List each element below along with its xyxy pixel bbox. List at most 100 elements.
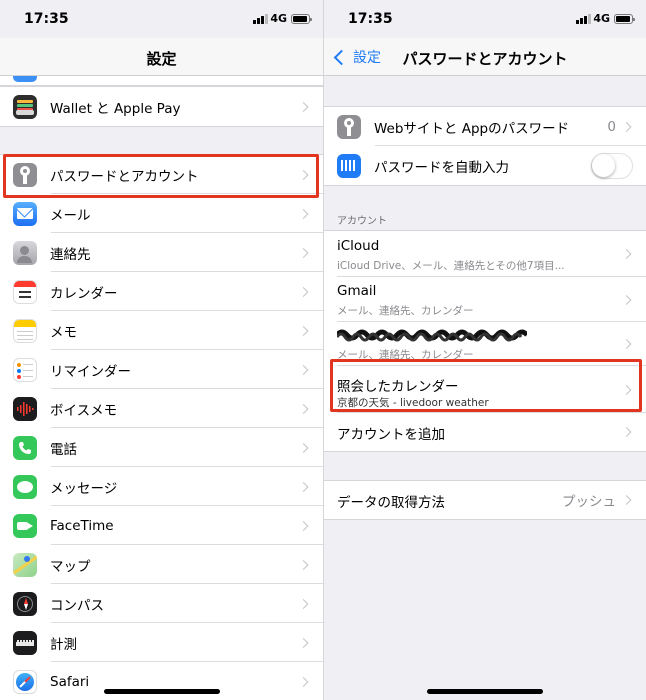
account-subtitle: メール、連絡先、カレンダー <box>337 305 474 317</box>
settings-row-passwords[interactable]: パスワードとアカウント <box>0 155 323 194</box>
apps-group: パスワードとアカウント メール 連絡先 カレンダー メモ リマインダー ボイスメ… <box>0 154 323 700</box>
chevron-right-icon <box>621 495 632 505</box>
account-row-redacted[interactable]: メール、連絡先、カレンダー <box>324 322 646 366</box>
account-subtitle: 京都の天気 - livedoor weather <box>337 397 489 409</box>
chevron-right-icon <box>298 364 309 375</box>
key-icon <box>13 162 37 187</box>
settings-row-reminders[interactable]: リマインダー <box>0 350 323 389</box>
settings-row-safari[interactable]: Safari <box>0 662 323 700</box>
autofill-row: パスワードを自動入力 <box>324 146 646 185</box>
settings-row-phone[interactable]: 電話 <box>0 428 323 467</box>
phone-icon <box>13 435 37 460</box>
signal-icon <box>576 14 591 24</box>
autofill-label: パスワードを自動入力 <box>374 159 509 176</box>
account-title: iCloud <box>337 238 380 254</box>
account-subtitle: メール、連絡先、カレンダー <box>337 349 474 361</box>
account-row-subscribed-calendar[interactable]: 照会したカレンダー 京都の天気 - livedoor weather <box>324 366 646 413</box>
settings-row-label: リマインダー <box>50 363 131 380</box>
add-account-row[interactable]: アカウントを追加 <box>324 413 646 451</box>
wallet-icon <box>13 94 37 119</box>
chevron-right-icon <box>621 427 632 437</box>
toggle-knob <box>592 153 615 177</box>
status-bar: 17:35 4G <box>0 0 323 38</box>
chevron-right-icon <box>298 559 309 570</box>
settings-row-label: 計測 <box>50 636 77 653</box>
chevron-right-icon <box>621 384 632 395</box>
page-title: 設定 <box>146 50 177 68</box>
messages-icon <box>13 474 37 499</box>
key-icon <box>337 114 361 139</box>
chevron-right-icon <box>298 442 309 453</box>
notes-icon <box>13 318 37 343</box>
battery-icon <box>614 14 635 24</box>
chevron-right-icon <box>298 286 309 297</box>
account-title: 照会したカレンダー <box>337 379 459 395</box>
facetime-icon <box>13 513 37 538</box>
settings-row-label: ボイスメモ <box>50 402 118 419</box>
wallet-group: Wallet と Apple Pay <box>0 86 323 127</box>
maps-icon <box>13 552 37 577</box>
signal-icon <box>253 14 268 24</box>
status-time: 17:35 <box>24 11 69 27</box>
settings-row-label: Safari <box>50 673 90 690</box>
measure-icon <box>13 630 37 655</box>
settings-row-label: Wallet と Apple Pay <box>50 100 181 117</box>
nav-bar: 設定 パスワードとアカウント <box>324 38 646 76</box>
settings-row-mail[interactable]: メール <box>0 194 323 233</box>
settings-row-calendar[interactable]: カレンダー <box>0 272 323 311</box>
chevron-right-icon <box>621 339 632 349</box>
nav-bar: 設定 <box>0 38 323 76</box>
status-bar: 17:35 4G <box>324 0 646 38</box>
settings-row-messages[interactable]: メッセージ <box>0 467 323 506</box>
network-label: 4G <box>270 12 287 25</box>
chevron-right-icon <box>621 294 632 305</box>
fetch-value: プッシュ <box>562 494 616 510</box>
calendar-icon <box>13 279 37 304</box>
chevron-right-icon <box>298 101 309 112</box>
settings-row-label: 電話 <box>50 441 77 458</box>
chevron-right-icon <box>298 676 309 687</box>
settings-row-label: マップ <box>50 558 91 575</box>
passwords-group: Webサイトと Appのパスワード 0 パスワードを自動入力 <box>324 106 646 186</box>
chevron-right-icon <box>298 169 309 180</box>
chevron-right-icon <box>298 247 309 258</box>
home-indicator <box>427 689 543 694</box>
settings-row-label: コンパス <box>50 597 104 614</box>
chevron-right-icon <box>298 208 309 219</box>
fetch-group: データの取得方法 プッシュ <box>324 480 646 520</box>
settings-row-measure[interactable]: 計測 <box>0 623 323 662</box>
partial-row <box>0 76 323 86</box>
settings-row-facetime[interactable]: FaceTime <box>0 506 323 545</box>
settings-row-label: パスワードとアカウント <box>50 168 199 185</box>
settings-row-contacts[interactable]: 連絡先 <box>0 233 323 272</box>
website-app-passwords-row[interactable]: Webサイトと Appのパスワード 0 <box>324 107 646 146</box>
accounts-group: iCloud iCloud Drive、メール、連絡先とその他7項目... Gm… <box>324 230 646 452</box>
settings-row-notes[interactable]: メモ <box>0 311 323 350</box>
passwords-label: Webサイトと Appのパスワード <box>374 120 570 137</box>
battery-icon <box>291 14 312 24</box>
chevron-right-icon <box>621 121 632 132</box>
fetch-label: データの取得方法 <box>337 495 445 511</box>
settings-row-compass[interactable]: コンパス <box>0 584 323 623</box>
settings-row-wallet[interactable]: Wallet と Apple Pay <box>0 87 323 126</box>
chevron-right-icon <box>298 520 309 531</box>
settings-row-voice-memos[interactable]: ボイスメモ <box>0 389 323 428</box>
settings-row-label: メール <box>50 207 91 224</box>
keyboard-icon <box>337 153 361 178</box>
contacts-icon <box>13 240 37 265</box>
page-title: パスワードとアカウント <box>402 50 568 68</box>
voice-memos-icon <box>13 396 37 421</box>
settings-row-maps[interactable]: マップ <box>0 545 323 584</box>
account-row-icloud[interactable]: iCloud iCloud Drive、メール、連絡先とその他7項目... <box>324 231 646 277</box>
autofill-toggle[interactable] <box>591 152 633 179</box>
status-time: 17:35 <box>348 11 393 27</box>
fetch-new-data-row[interactable]: データの取得方法 プッシュ <box>324 481 646 519</box>
compass-icon <box>13 591 37 616</box>
account-row-gmail[interactable]: Gmail メール、連絡先、カレンダー <box>324 277 646 322</box>
app-store-icon <box>13 76 37 82</box>
settings-row-label: 連絡先 <box>50 246 91 263</box>
chevron-right-icon <box>298 325 309 336</box>
settings-row-label: カレンダー <box>50 285 118 302</box>
passwords-accounts-screen: 17:35 4G 設定 パスワードとアカウント Webサイトと Appのパスワー… <box>323 0 646 700</box>
home-indicator <box>103 689 220 694</box>
